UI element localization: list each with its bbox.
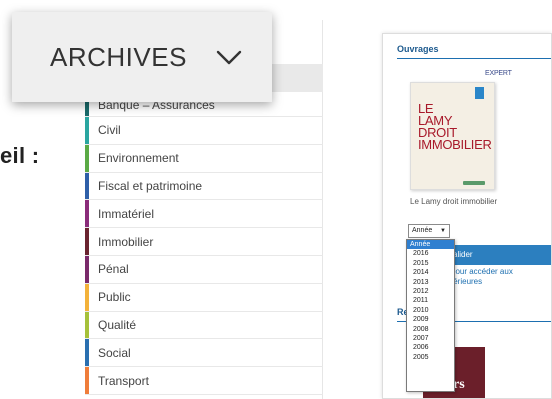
category-color-bar: [85, 255, 89, 283]
page-heading-fragment: eil :: [0, 143, 40, 168]
category-label: Civil: [98, 123, 121, 138]
category-item[interactable]: Public: [85, 283, 323, 312]
category-color-bar: [85, 172, 89, 200]
category-list: Banque – Assurances Civil Environnement Fis…: [85, 94, 323, 395]
year-option[interactable]: 2005: [407, 353, 454, 362]
category-color-bar: [85, 367, 89, 394]
year-option[interactable]: 2016: [407, 249, 454, 258]
category-item[interactable]: Transport: [85, 367, 323, 395]
access-text-line2: térieures: [451, 277, 483, 286]
bookmark-icon: [475, 87, 484, 99]
year-option[interactable]: Année: [407, 240, 454, 250]
year-option[interactable]: 2015: [407, 259, 454, 268]
year-option[interactable]: 2008: [407, 325, 454, 334]
year-option[interactable]: 2006: [407, 343, 454, 352]
category-color-bar: [85, 283, 89, 311]
year-option[interactable]: 2010: [407, 306, 454, 315]
publisher-logo: [463, 181, 485, 185]
book-cover[interactable]: LE LAMY DROIT IMMOBILIER: [410, 82, 495, 190]
category-item[interactable]: Immatériel: [85, 200, 323, 229]
archives-menu-button[interactable]: ARCHIVES: [12, 12, 272, 102]
category-item[interactable]: Immobilier: [85, 228, 323, 256]
category-label: Pénal: [98, 262, 129, 277]
year-select[interactable]: Année ▼: [408, 224, 450, 238]
category-item[interactable]: Fiscal et patrimoine: [85, 172, 323, 201]
year-option[interactable]: 2013: [407, 278, 454, 287]
ouvrages-title: Ouvrages: [397, 44, 439, 54]
chevron-down-icon: [216, 50, 242, 65]
archives-label: ARCHIVES: [50, 41, 187, 72]
category-item[interactable]: Social: [85, 339, 323, 368]
book-title-line: IMMOBILIER: [418, 137, 492, 152]
category-label: Qualité: [98, 317, 137, 332]
category-item[interactable]: Environnement: [85, 144, 323, 173]
category-label: Transport: [98, 373, 149, 388]
category-label: Fiscal et patrimoine: [98, 178, 203, 193]
archives-access-link[interactable]: pour accéder aux térieures: [451, 267, 513, 287]
dropdown-arrow-icon: ▼: [440, 228, 446, 234]
year-option[interactable]: 2007: [407, 334, 454, 343]
ouvrages-divider: [397, 58, 551, 59]
category-item[interactable]: Civil: [85, 117, 323, 145]
year-options-list[interactable]: Année 2016 2015 2014 2013 2012 2011 2010 2009 200…: [406, 239, 455, 392]
category-label: Immatériel: [98, 206, 155, 221]
book-caption[interactable]: Le Lamy droit immobilier: [410, 197, 497, 206]
category-color-bar: [85, 200, 89, 228]
category-color-bar: [85, 144, 89, 172]
year-option[interactable]: 2011: [407, 296, 454, 305]
category-label: Environnement: [98, 151, 179, 166]
category-label: Social: [98, 345, 131, 360]
year-select-value: Année: [412, 227, 433, 234]
category-color-bar: [85, 228, 89, 255]
year-option[interactable]: 2012: [407, 287, 454, 296]
expert-label: EXPERT: [485, 70, 512, 77]
year-option[interactable]: 2009: [407, 315, 454, 324]
access-text-line1: pour accéder aux: [451, 267, 513, 276]
category-color-bar: [85, 117, 89, 144]
book-cover-title: LE LAMY DROIT IMMOBILIER: [418, 102, 492, 152]
category-label: Immobilier: [98, 234, 154, 249]
category-label: Public: [98, 290, 131, 305]
category-color-bar: [85, 339, 89, 367]
category-color-bar: [85, 311, 89, 339]
category-item[interactable]: Pénal: [85, 255, 323, 284]
year-option[interactable]: 2014: [407, 268, 454, 277]
category-item[interactable]: Qualité: [85, 311, 323, 340]
